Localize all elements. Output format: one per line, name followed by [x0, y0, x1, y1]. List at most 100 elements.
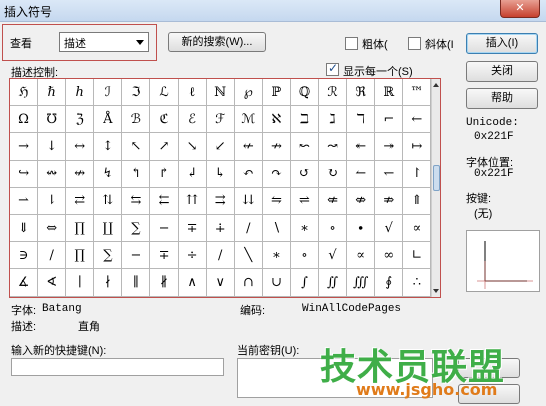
symbol-cell[interactable]: ∭ — [347, 269, 376, 297]
symbol-cell[interactable]: ℚ — [290, 79, 320, 107]
symbol-cell[interactable]: ∑ — [122, 214, 151, 243]
symbol-cell[interactable]: ∣ — [66, 269, 95, 297]
symbol-cell[interactable]: ↔ — [66, 133, 95, 161]
symbol-cell[interactable]: ∬ — [319, 269, 348, 297]
symbol-cell[interactable]: ↲ — [178, 160, 207, 188]
close-button[interactable]: 关闭 — [466, 61, 538, 82]
symbol-cell[interactable]: ↷ — [262, 160, 291, 188]
symbol-cell[interactable]: ℬ — [122, 106, 151, 134]
symbol-cell[interactable]: ℌ — [10, 79, 39, 107]
symbol-cell[interactable]: ↗ — [150, 133, 179, 161]
symbol-cell[interactable]: ↠ — [375, 133, 404, 161]
symbol-cell[interactable]: ™ — [403, 79, 432, 107]
symbol-cell[interactable]: ℳ — [234, 106, 263, 134]
symbol-cell[interactable]: ⇂ — [38, 187, 67, 215]
symbol-cell[interactable]: ℏ — [38, 79, 67, 107]
symbol-cell[interactable]: ⇇ — [150, 187, 179, 215]
symbol-cell[interactable]: ↻ — [319, 160, 348, 188]
symbol-grid-scrollbar[interactable] — [431, 79, 440, 297]
symbol-cell[interactable]: ℙ — [262, 79, 291, 107]
symbol-cell[interactable]: ⇔ — [38, 214, 67, 243]
symbol-cell[interactable]: ℒ — [150, 79, 179, 107]
help-button[interactable]: 帮助 — [466, 88, 538, 109]
symbol-cell[interactable]: ↖ — [122, 133, 151, 161]
symbol-cell[interactable]: ∢ — [38, 269, 67, 297]
symbol-cell[interactable]: ⇊ — [234, 187, 263, 215]
italic-checkbox[interactable] — [408, 37, 421, 50]
symbol-cell[interactable]: ∩ — [234, 269, 263, 297]
symbol-cell[interactable]: ℓ — [178, 79, 207, 107]
symbol-cell[interactable]: ℸ — [347, 106, 376, 134]
symbol-cell[interactable]: ∕ — [234, 214, 263, 243]
symbol-cell[interactable]: ∦ — [150, 269, 179, 297]
symbol-cell[interactable]: → — [10, 133, 39, 161]
symbol-cell[interactable]: ∔ — [206, 214, 235, 243]
symbol-cell[interactable]: ⇍ — [319, 187, 348, 215]
new-shortcut-input[interactable] — [11, 358, 224, 376]
symbol-cell[interactable]: ∕ — [38, 242, 67, 270]
window-close-button[interactable]: ✕ — [500, 0, 540, 18]
symbol-cell[interactable]: ÷ — [178, 242, 207, 270]
symbol-cell[interactable]: ⇉ — [206, 187, 235, 215]
symbol-cell[interactable]: ↯ — [94, 160, 123, 188]
symbol-cell[interactable]: ↚ — [234, 133, 263, 161]
symbol-cell[interactable]: ∤ — [94, 269, 123, 297]
symbol-cell[interactable]: ℰ — [178, 106, 207, 134]
symbol-cell[interactable]: ↝ — [319, 133, 348, 161]
symbol-cell[interactable]: ℧ — [38, 106, 67, 134]
symbol-cell[interactable]: ↭ — [38, 160, 67, 188]
symbol-cell[interactable]: ← — [403, 106, 432, 134]
symbol-cell[interactable]: ∝ — [403, 214, 432, 243]
symbol-cell[interactable]: ℐ — [94, 79, 123, 107]
symbol-cell[interactable]: ∫ — [290, 269, 320, 297]
symbol-cell[interactable]: ℶ — [290, 106, 320, 134]
symbol-cell[interactable]: ↪ — [10, 160, 39, 188]
symbol-cell[interactable]: ∗ — [262, 242, 291, 270]
symbol-cell[interactable]: ↙ — [206, 133, 235, 161]
symbol-cell[interactable]: ∨ — [206, 269, 235, 297]
symbol-cell[interactable]: ⇏ — [375, 187, 404, 215]
symbol-cell[interactable]: ℑ — [122, 79, 151, 107]
symbol-cell[interactable]: ↘ — [178, 133, 207, 161]
symbol-cell[interactable]: ⇎ — [347, 187, 376, 215]
symbol-cell[interactable]: / — [206, 242, 235, 270]
symbol-cell[interactable]: ℭ — [150, 106, 179, 134]
symbol-cell[interactable]: √ — [375, 214, 404, 243]
symbol-cell[interactable]: ↼ — [347, 160, 376, 188]
symbol-cell[interactable]: ∥ — [122, 269, 151, 297]
symbol-cell[interactable]: ∖ — [262, 214, 291, 243]
symbol-cell[interactable]: √ — [319, 242, 348, 270]
symbol-cell[interactable]: ∑ — [94, 242, 123, 270]
symbol-cell[interactable]: ∡ — [10, 269, 39, 297]
symbol-cell[interactable]: ∓ — [178, 214, 207, 243]
symbol-cell[interactable]: ↽ — [375, 160, 404, 188]
scroll-up-icon[interactable] — [433, 83, 439, 87]
symbol-cell[interactable]: − — [122, 242, 151, 270]
symbol-cell[interactable]: ∙ — [347, 214, 376, 243]
symbol-cell[interactable]: ∞ — [375, 242, 404, 270]
symbol-cell[interactable]: ℛ — [319, 79, 348, 107]
symbol-cell[interactable]: ∮ — [375, 269, 404, 297]
scroll-down-icon[interactable] — [433, 289, 439, 293]
symbol-cell[interactable]: ℜ — [347, 79, 376, 107]
symbol-cell[interactable]: ↺ — [290, 160, 320, 188]
symbol-cell[interactable]: ↾ — [403, 160, 432, 188]
symbol-cell[interactable]: Ω — [10, 106, 39, 134]
symbol-cell[interactable]: ↱ — [150, 160, 179, 188]
symbol-cell[interactable]: ∏ — [66, 242, 95, 270]
symbol-cell[interactable]: − — [150, 214, 179, 243]
symbol-cell[interactable]: ∧ — [178, 269, 207, 297]
symbol-cell[interactable]: ∴ — [403, 269, 432, 297]
symbol-cell[interactable]: ∓ — [150, 242, 179, 270]
symbol-cell[interactable]: ∪ — [262, 269, 291, 297]
symbol-cell[interactable]: ↞ — [347, 133, 376, 161]
symbol-cell[interactable]: ⇈ — [178, 187, 207, 215]
symbol-cell[interactable]: ⇑ — [403, 187, 432, 215]
bold-checkbox[interactable] — [345, 37, 358, 50]
symbol-cell[interactable]: ↮ — [66, 160, 95, 188]
symbol-cell[interactable]: ↜ — [290, 133, 320, 161]
symbol-cell[interactable]: ╲ — [234, 242, 263, 270]
symbol-cell[interactable]: ℷ — [319, 106, 348, 134]
symbol-cell[interactable]: ⇆ — [122, 187, 151, 215]
symbol-cell[interactable]: ∗ — [290, 214, 320, 243]
